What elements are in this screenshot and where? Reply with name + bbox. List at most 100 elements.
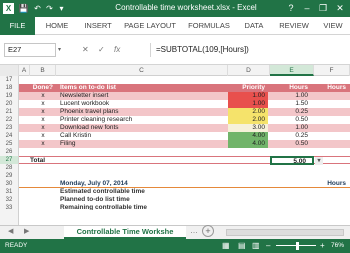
chevron-down-icon[interactable]: ▾ [58,43,61,57]
row-header[interactable]: 21 [0,108,19,116]
empty-row[interactable] [19,148,350,156]
summary-row[interactable]: Remaining controllable time [19,204,350,225]
minimize-button[interactable]: – [300,1,314,15]
add-sheet-button[interactable]: + [202,225,214,237]
date-row[interactable]: Monday, July 07, 2014 Hours [19,180,350,188]
column-header-a[interactable]: A [19,65,30,76]
restore-button[interactable]: ❐ [316,1,330,15]
hours-cell[interactable]: 1.00 [270,124,314,132]
priority-cell[interactable]: 4.00 [228,132,268,140]
column-header-f[interactable]: F [314,65,350,76]
row-header[interactable]: 30 [0,180,19,188]
hours-cell[interactable]: 0.25 [270,132,314,140]
row-header[interactable]: 29 [0,172,19,180]
row-header[interactable]: 26 [0,148,19,156]
tab-data[interactable]: DATA [238,17,270,35]
header-hours-2[interactable]: Hours [314,84,350,92]
row-header[interactable]: 27 [0,156,19,164]
hours-cell[interactable]: 1.50 [270,100,314,108]
insert-function-icon[interactable]: fx [114,43,120,57]
tab-insert[interactable]: INSERT [78,17,118,35]
header-done[interactable]: Done? [30,84,56,92]
done-cell[interactable]: x [30,116,56,124]
summary-remaining[interactable]: Remaining controllable time [60,204,260,210]
priority-cell[interactable]: 2.00 [228,116,268,124]
row-header[interactable]: 17 [0,76,19,84]
zoom-in-button[interactable]: + [320,239,325,253]
close-button[interactable]: ✕ [333,1,347,15]
cancel-icon[interactable]: ✕ [82,43,89,57]
row-header[interactable]: 23 [0,124,19,132]
item-cell[interactable]: Filing [60,140,230,148]
hours-label[interactable]: Hours [314,180,350,188]
row-header[interactable]: 20 [0,100,19,108]
zoom-level[interactable]: 76% [331,239,344,253]
item-cell[interactable]: Newsletter insert [60,92,230,100]
more-sheets-icon[interactable]: … [190,226,198,235]
done-cell[interactable]: x [30,92,56,100]
table-row[interactable]: x Call Kristin 4.00 0.25 [19,132,350,140]
tab-formulas[interactable]: FORMULAS [184,17,234,35]
summary-row[interactable]: Estimated controllable time [19,188,350,196]
row-header[interactable]: 33 [0,204,19,225]
customize-quick-access-icon[interactable]: ▾ [56,3,67,14]
row-header[interactable]: 31 [0,188,19,196]
undo-icon[interactable]: ↶ [32,3,43,14]
table-row[interactable]: x Phoenix travel plans 2.00 0.25 [19,108,350,116]
item-cell[interactable]: Download new fonts [60,124,230,132]
done-cell[interactable]: x [30,100,56,108]
priority-cell[interactable]: 3.00 [228,124,268,132]
priority-cell[interactable]: 1.00 [228,100,268,108]
hours-cell[interactable]: 0.25 [270,108,314,116]
row-header[interactable]: 28 [0,164,19,172]
table-row[interactable]: x Printer cleaning research 2.00 0.50 [19,116,350,124]
table-row[interactable]: x Lucent workbook 1.00 1.50 [19,100,350,108]
summary-planned[interactable]: Planned to-do list time [60,196,260,204]
item-cell[interactable]: Printer cleaning research [60,116,230,124]
total-row[interactable]: Total 5.00 ▾ [19,156,350,165]
row-header[interactable]: 25 [0,140,19,148]
tab-file[interactable]: FILE [0,17,35,35]
priority-cell[interactable]: 4.00 [228,140,268,148]
scroll-prev-sheet-icon[interactable]: ◀ [8,227,13,235]
item-cell[interactable]: Phoenix travel plans [60,108,230,116]
row-header[interactable]: 18 [0,84,19,92]
row-header[interactable]: 19 [0,92,19,100]
row-header[interactable]: 32 [0,196,19,204]
summary-row[interactable]: Planned to-do list time [19,196,350,204]
hours-cell[interactable]: 0.50 [270,140,314,148]
hours-cell[interactable]: 1.00 [270,92,314,100]
enter-icon[interactable]: ✓ [98,43,105,57]
header-items[interactable]: Items on to-do list [60,84,230,92]
done-cell[interactable]: x [30,132,56,140]
name-box[interactable]: E27 [4,43,56,57]
column-header-e[interactable]: E [270,65,314,76]
save-icon[interactable]: 💾 [18,3,29,14]
column-header-b[interactable]: B [30,65,56,76]
item-cell[interactable]: Call Kristin [60,132,230,140]
total-value-cell[interactable]: 5.00 [270,156,314,165]
column-header-c[interactable]: C [56,65,228,76]
column-header-d[interactable]: D [228,65,270,76]
tab-page-layout[interactable]: PAGE LAYOUT [120,17,180,35]
table-row[interactable]: x Filing 4.00 0.50 [19,140,350,148]
select-all-corner[interactable] [0,65,19,76]
page-break-view-icon[interactable]: ▥ [252,239,260,253]
zoom-slider-thumb[interactable] [296,242,299,250]
header-priority[interactable]: Priority [228,84,268,92]
summary-estimated[interactable]: Estimated controllable time [60,188,260,196]
normal-view-icon[interactable]: ▦ [222,239,230,253]
tab-review[interactable]: REVIEW [274,17,314,35]
table-row[interactable]: x Download new fonts 3.00 1.00 [19,124,350,132]
worksheet-grid[interactable]: A B C D E F 17 18 19 20 21 22 23 24 25 2… [0,65,350,225]
sheet-tab-controllable-time[interactable]: Controllable Time Workshe [64,226,186,239]
header-hours[interactable]: Hours [270,84,314,92]
total-dropdown-icon[interactable]: ▾ [315,157,323,165]
zoom-out-button[interactable]: – [266,239,270,253]
total-label[interactable]: Total [30,157,90,165]
done-cell[interactable]: x [30,108,56,116]
tab-view[interactable]: VIEW [318,17,348,35]
scroll-next-sheet-icon[interactable]: ▶ [24,227,29,235]
help-button[interactable]: ? [284,1,298,15]
redo-icon[interactable]: ↷ [44,3,55,14]
